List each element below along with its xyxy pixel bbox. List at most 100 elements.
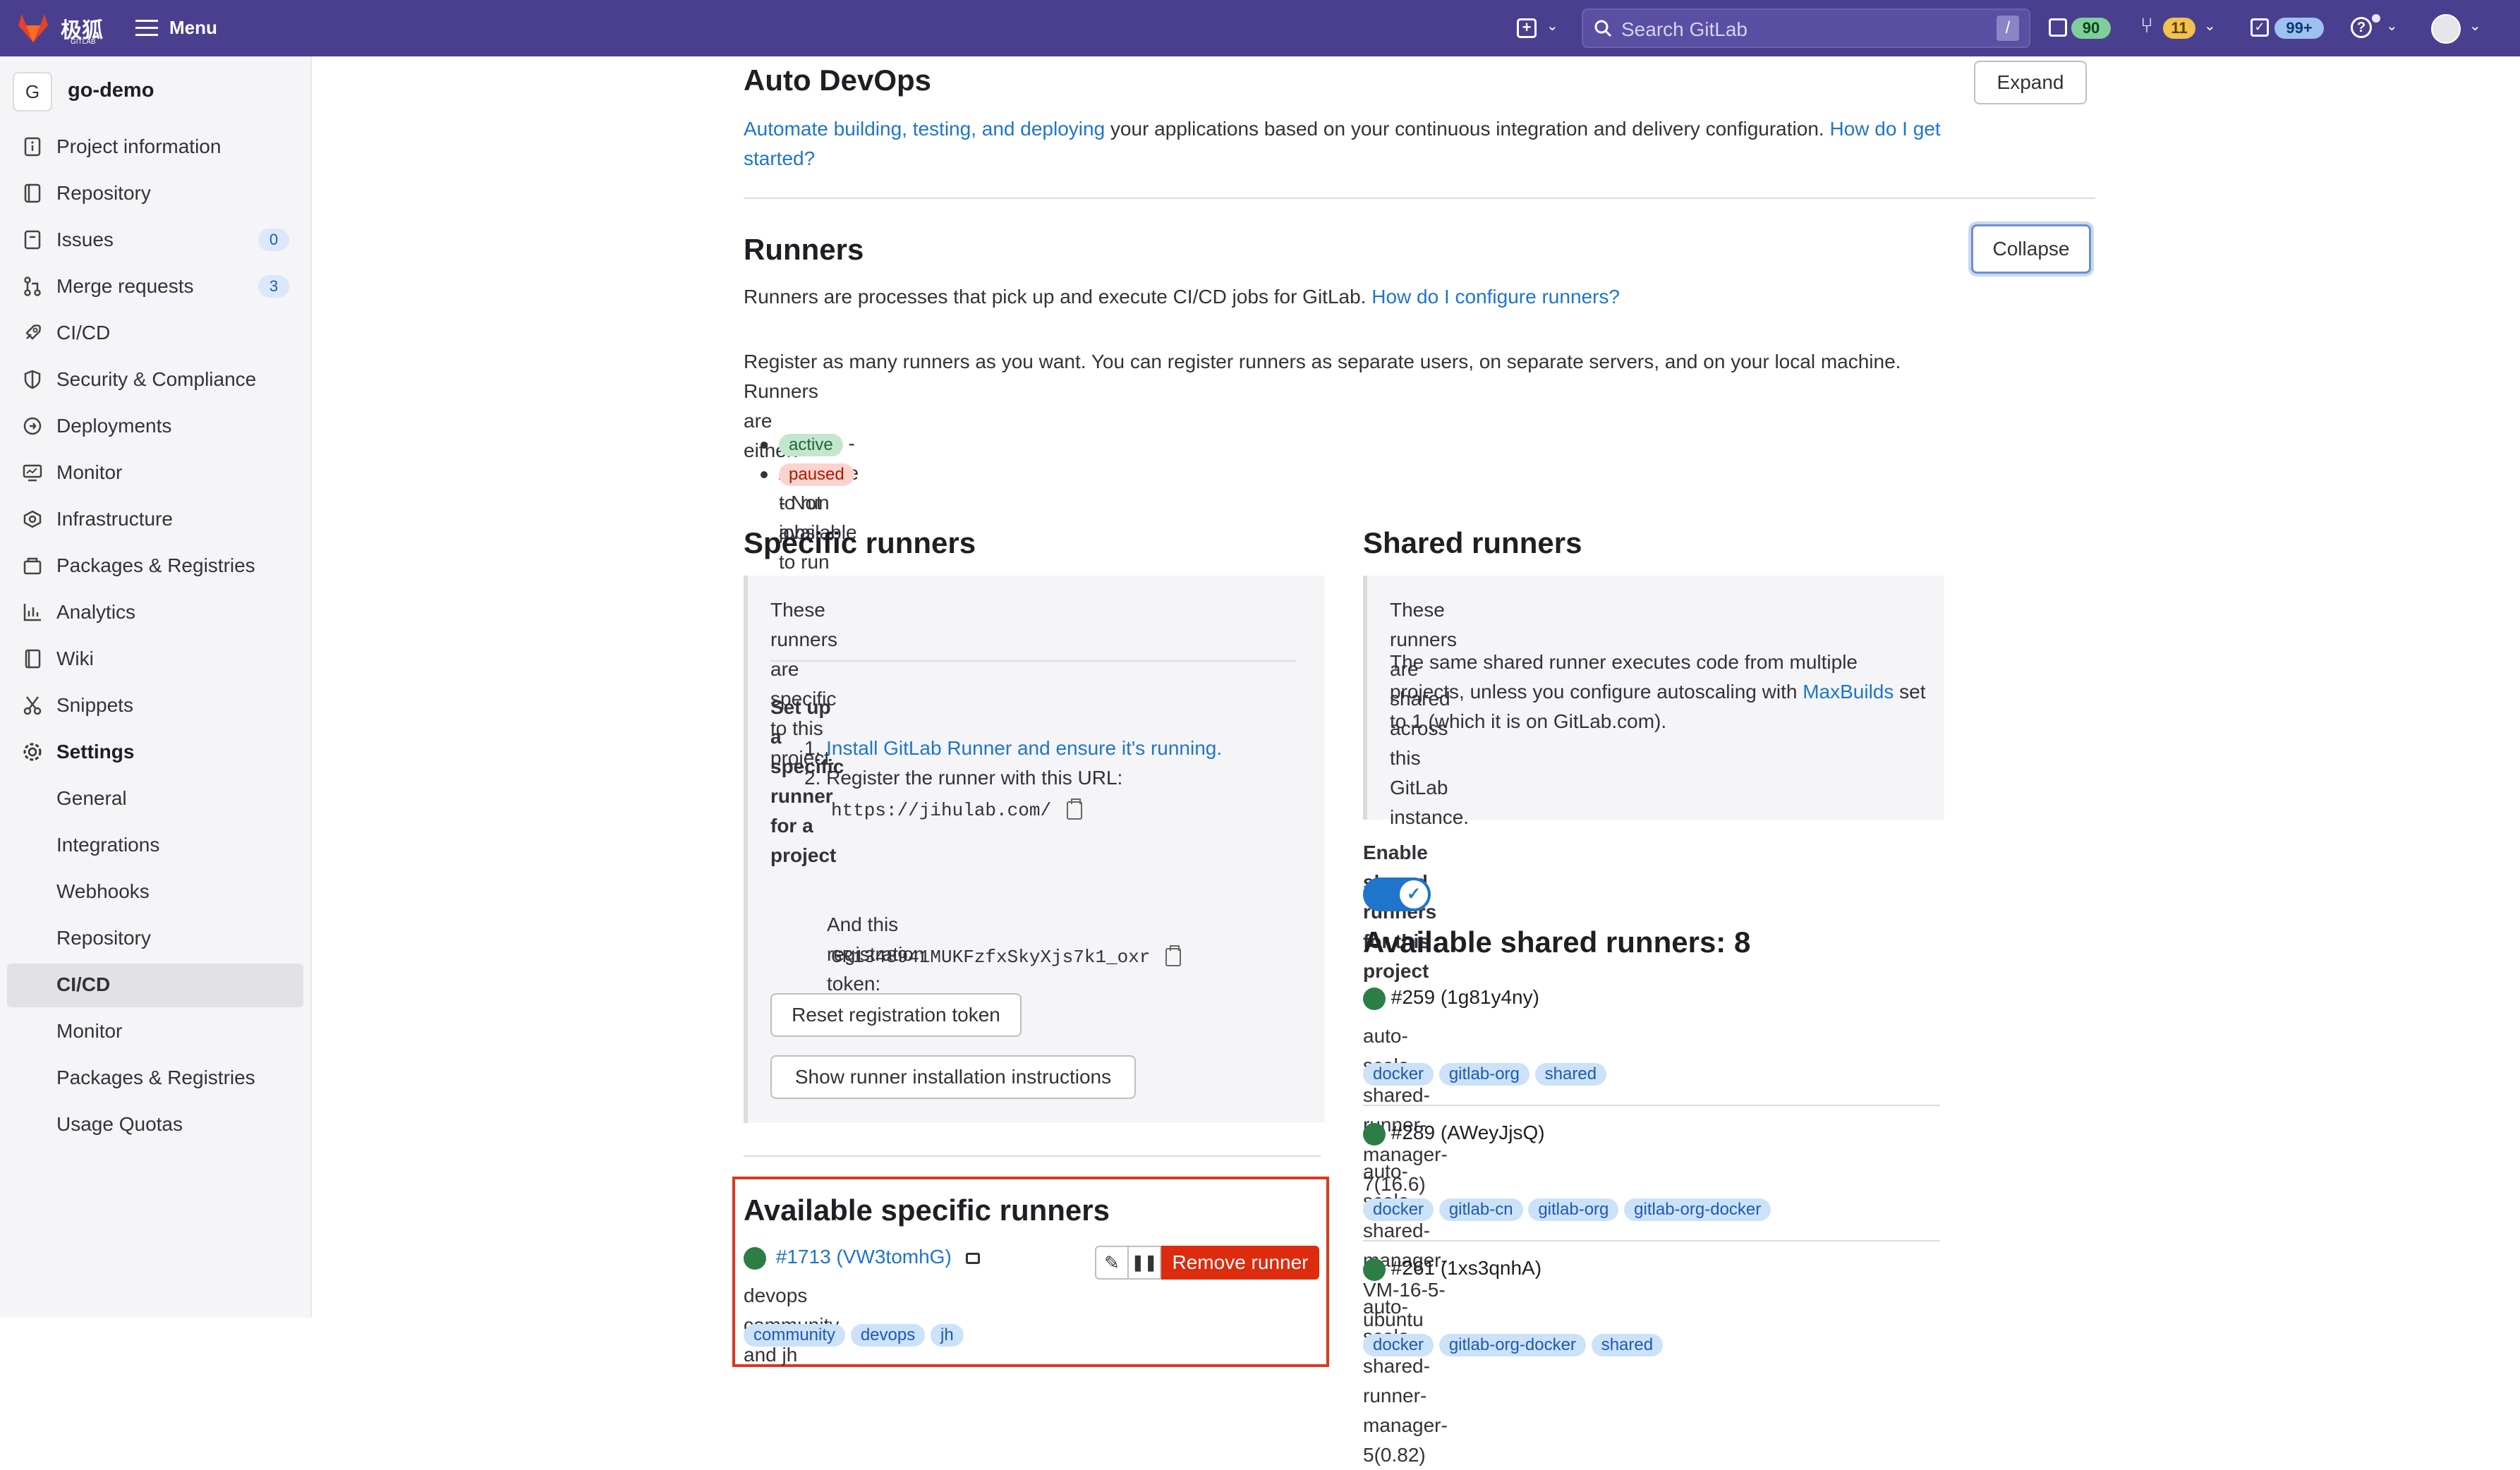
issues-count: 0 <box>258 229 289 251</box>
sidebar-item-label: Wiki <box>56 648 94 669</box>
toggle-knob: ✓ <box>1400 880 1428 909</box>
show-instructions-button[interactable]: Show runner installation instructions <box>770 1055 1136 1099</box>
avatar[interactable] <box>2431 14 2461 44</box>
runners-title: Runners <box>744 233 864 266</box>
menu-button[interactable]: Menu <box>169 17 217 39</box>
shared-runner-tags: docker gitlab-org shared <box>1363 1058 1607 1088</box>
copy-icon[interactable] <box>1067 798 1083 820</box>
expand-button[interactable]: Expand <box>1974 61 2087 104</box>
sidebar-item-security-compliance[interactable]: Security & Compliance <box>0 358 310 401</box>
runner-url: https://jihulab.com/ <box>831 800 1052 821</box>
bullet <box>761 471 768 478</box>
gitlab-logo-icon[interactable] <box>16 11 51 44</box>
chevron-down-icon[interactable]: ⌄ <box>2386 17 2398 35</box>
lock-icon <box>965 1252 980 1264</box>
enable-shared-toggle[interactable]: ✓ <box>1363 877 1431 911</box>
issues-icon <box>24 230 41 250</box>
settings-sub-label: Monitor <box>56 1020 123 1042</box>
help-icon[interactable]: ? <box>2351 17 2372 38</box>
sidebar-item-label: Deployments <box>56 415 172 437</box>
runner-link[interactable]: #1713 (VW3tomhG) <box>776 1246 952 1268</box>
left-sidebar: G go-demo Project information Repository… <box>0 56 312 1318</box>
book-icon <box>25 649 41 669</box>
tag-pill: community <box>744 1324 846 1347</box>
scissors-icon <box>23 696 42 715</box>
project-avatar[interactable]: G <box>13 72 52 111</box>
shared-runner-tags: docker gitlab-cn gitlab-org gitlab-org-d… <box>1363 1193 1771 1223</box>
step-number: 2. <box>804 767 821 789</box>
hamburger-icon[interactable] <box>135 20 158 37</box>
tag-pill: jh <box>930 1324 964 1347</box>
settings-sub-cicd[interactable]: CI/CD <box>7 964 303 1007</box>
sidebar-item-label: Analytics <box>56 601 136 623</box>
sidebar-item-repository[interactable]: Repository <box>0 172 310 214</box>
sidebar-item-packages-registries[interactable]: Packages & Registries <box>0 545 310 587</box>
sidebar-item-project-information[interactable]: Project information <box>0 126 310 168</box>
pencil-icon: ✎ <box>1104 1252 1120 1273</box>
sidebar-item-wiki[interactable]: Wiki <box>0 638 310 680</box>
runner-online-icon <box>1363 987 1386 1010</box>
sidebar-item-settings[interactable]: Settings <box>0 731 310 773</box>
pause-runner-button[interactable]: ❚❚ <box>1127 1246 1161 1280</box>
tag-pill: gitlab-org-docker <box>1438 1334 1586 1356</box>
settings-sub-packages-registries[interactable]: Packages & Registries <box>7 1057 303 1099</box>
sidebar-item-label: Project information <box>56 135 222 157</box>
sidebar-item-monitor[interactable]: Monitor <box>0 451 310 494</box>
enable-shared-label: Enable shared runners for this project <box>1363 842 1437 982</box>
chevron-down-icon[interactable]: ⌄ <box>1546 17 1558 35</box>
configure-runners-link[interactable]: How do I configure runners? <box>1371 286 1620 308</box>
install-runner-link[interactable]: Install GitLab Runner and ensure it's ru… <box>826 737 1222 759</box>
auto-devops-description: Automate building, testing, and deployin… <box>744 114 1943 174</box>
token-row: GR1348941MUKFzfxSkyXjs7k1_oxr <box>831 941 1182 972</box>
sidebar-item-merge-requests[interactable]: Merge requests 3 <box>0 265 310 308</box>
settings-sub-usage-quotas[interactable]: Usage Quotas <box>7 1103 303 1146</box>
settings-sub-integrations[interactable]: Integrations <box>7 824 303 866</box>
project-name[interactable]: go-demo <box>68 79 154 102</box>
deploy-icon <box>23 417 42 435</box>
edit-runner-button[interactable]: ✎ <box>1095 1246 1129 1280</box>
sidebar-item-cicd[interactable]: CI/CD <box>0 312 310 354</box>
rocket-icon <box>25 324 41 340</box>
copy-icon[interactable] <box>1165 944 1182 966</box>
reset-token-button[interactable]: Reset registration token <box>770 993 1022 1037</box>
settings-sub-monitor[interactable]: Monitor <box>7 1010 303 1052</box>
sidebar-item-issues[interactable]: Issues 0 <box>0 219 310 261</box>
sidebar-item-analytics[interactable]: Analytics <box>0 591 310 633</box>
tag-pill: docker <box>1363 1198 1434 1221</box>
chevron-down-icon[interactable]: ⌄ <box>2204 17 2216 35</box>
shared-runner-row: #289 (AWeyJjsQ) <box>1363 1122 1545 1146</box>
runner-tags: community devops jh <box>744 1319 964 1349</box>
specific-runners-title: Specific runners <box>744 526 976 559</box>
settings-sub-webhooks[interactable]: Webhooks <box>7 870 303 913</box>
settings-sub-general[interactable]: General <box>7 777 303 820</box>
collapse-button[interactable]: Collapse <box>1971 224 2091 274</box>
remove-runner-button[interactable]: Remove runner <box>1161 1246 1319 1280</box>
sidebar-item-deployments[interactable]: Deployments <box>0 405 310 447</box>
merge-request-icon[interactable]: ⑂ <box>2140 14 2153 38</box>
tag-pill: gitlab-org <box>1528 1198 1619 1221</box>
settings-sub-label: CI/CD <box>56 973 111 995</box>
issues-icon[interactable] <box>2049 18 2067 37</box>
divider <box>744 198 2095 199</box>
maxbuilds-link[interactable]: MaxBuilds <box>1803 681 1894 703</box>
check-icon: ✓ <box>1406 885 1422 904</box>
register-text: Register as many runners as you want. Yo… <box>744 351 1901 372</box>
settings-sub-repository[interactable]: Repository <box>7 917 303 959</box>
runners-desc-text: Runners are processes that pick up and e… <box>744 286 1372 308</box>
tag-pill: docker <box>1363 1334 1434 1356</box>
auto-devops-title: Auto DevOps <box>744 63 932 97</box>
paused-badge: paused <box>779 463 854 486</box>
search-input[interactable]: Search GitLab / <box>1582 8 2030 48</box>
chevron-down-icon[interactable]: ⌄ <box>2469 17 2481 35</box>
create-new-icon[interactable]: + <box>1517 18 1537 38</box>
sidebar-item-infrastructure[interactable]: Infrastructure <box>0 498 310 540</box>
merge-icon <box>24 277 41 296</box>
runners-description: Runners are processes that pick up and e… <box>744 282 2013 312</box>
sidebar-item-snippets[interactable]: Snippets <box>0 684 310 727</box>
auto-devops-link[interactable]: Automate building, testing, and deployin… <box>744 118 1105 140</box>
runner-online-icon <box>744 1246 766 1270</box>
tag-pill: gitlab-org <box>1438 1063 1529 1086</box>
settings-sub-label: Repository <box>56 927 151 949</box>
todo-icon[interactable]: ✓ <box>2251 18 2269 37</box>
sidebar-item-label: Merge requests <box>56 275 194 297</box>
